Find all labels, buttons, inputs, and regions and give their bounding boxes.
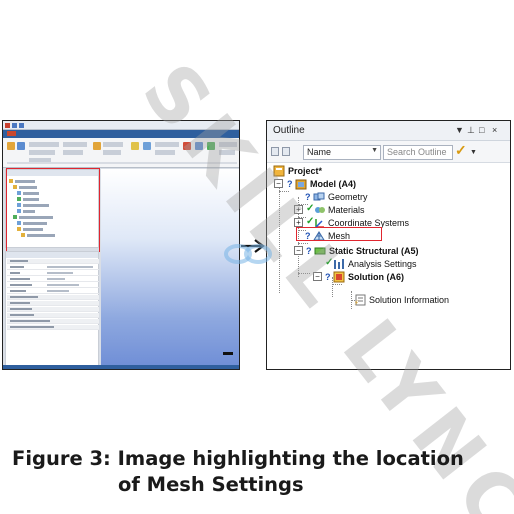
status-question-icon: ? bbox=[306, 246, 312, 256]
maximize-icon[interactable]: □ bbox=[479, 125, 484, 135]
graphics-viewport[interactable] bbox=[101, 169, 239, 369]
tree-item-label: Solution Information bbox=[369, 295, 450, 305]
analysis-settings-icon bbox=[334, 259, 344, 269]
materials-icon bbox=[315, 207, 325, 213]
chevron-down-icon: ▼ bbox=[371, 147, 378, 154]
close-icon[interactable]: × bbox=[492, 125, 497, 135]
tree-item-model[interactable]: − ? Model (A4) bbox=[274, 178, 414, 190]
pointer-arrow-icon bbox=[241, 239, 265, 253]
tree-item-label: Materials bbox=[328, 205, 365, 215]
tree-item-label: Solution (A6) bbox=[348, 272, 404, 282]
ribbon-tabs bbox=[3, 130, 239, 138]
filter-field-value: Name bbox=[307, 147, 332, 157]
outline-titlebar: Outline ▼ ⊥ □ × bbox=[267, 121, 510, 141]
pin-icon[interactable]: ⊥ bbox=[467, 125, 475, 135]
tree-item-label: Analysis Settings bbox=[348, 259, 417, 269]
expand-toggle[interactable]: + bbox=[294, 205, 303, 214]
model-icon bbox=[295, 179, 307, 190]
status-question-icon: ? bbox=[325, 272, 331, 282]
solution-information-icon: ⚡ bbox=[354, 294, 366, 306]
search-outline-input[interactable]: Search Outline bbox=[383, 145, 453, 160]
dropdown-arrow-icon[interactable]: ▼ bbox=[455, 125, 464, 135]
tree-item-label: Static Structural (A5) bbox=[329, 246, 419, 256]
tree-item-static-structural[interactable]: − ? Static Structural (A5) bbox=[294, 245, 464, 257]
details-pane-thumbnail bbox=[5, 251, 99, 369]
apply-check-icon[interactable]: ✓ bbox=[455, 142, 467, 159]
scale-bar bbox=[223, 352, 233, 355]
status-question-icon: ? bbox=[305, 192, 311, 202]
window-titlebar bbox=[3, 121, 239, 130]
tree-item-geometry[interactable]: ? Geometry bbox=[305, 191, 425, 203]
file-tab bbox=[7, 131, 16, 136]
collapse-toggle[interactable]: − bbox=[294, 246, 303, 255]
svg-text:⚡: ⚡ bbox=[354, 299, 359, 306]
outline-tree: Project* − ? Model (A4) ? Geometry + ✓ M… bbox=[267, 163, 510, 363]
caption-line-1: Figure 3: Image highlighting the locatio… bbox=[12, 447, 464, 470]
expand-toggle[interactable]: + bbox=[294, 218, 303, 227]
caption-line-2: of Mesh Settings bbox=[118, 473, 304, 496]
project-icon bbox=[273, 165, 285, 177]
mechanical-window-screenshot bbox=[2, 120, 240, 370]
filter-icon[interactable] bbox=[282, 147, 290, 156]
status-question-icon: ? bbox=[287, 179, 293, 189]
static-structural-icon bbox=[314, 247, 326, 255]
status-bar bbox=[3, 365, 239, 369]
chevron-down-icon[interactable]: ▼ bbox=[470, 149, 477, 156]
tree-item-materials[interactable]: + ✓ Materials bbox=[294, 203, 414, 216]
ribbon-toolbar bbox=[3, 138, 239, 168]
tree-item-label: Geometry bbox=[328, 192, 368, 202]
toolbar-icons bbox=[271, 147, 299, 157]
tree-item-analysis-settings[interactable]: ✓ Analysis Settings bbox=[325, 257, 455, 270]
tree-item-project[interactable]: Project* bbox=[273, 165, 393, 177]
tree-item-label: Project* bbox=[288, 166, 323, 176]
geometry-icon bbox=[313, 192, 325, 201]
tree-item-label: Model (A4) bbox=[310, 179, 356, 189]
figure-caption: Figure 3: Image highlighting the locatio… bbox=[12, 446, 502, 498]
solution-icon bbox=[333, 271, 345, 283]
quick-access-icon bbox=[12, 123, 17, 128]
outline-toolbar: Name ▼ Search Outline ✓ ▼ bbox=[267, 141, 510, 163]
app-icon bbox=[5, 123, 10, 128]
outline-highlight-box bbox=[6, 168, 100, 252]
collapse-toggle[interactable]: − bbox=[274, 179, 283, 188]
collapse-toggle[interactable]: − bbox=[313, 272, 322, 281]
outline-panel: Outline ▼ ⊥ □ × Name ▼ Search Outline ✓ … bbox=[266, 120, 511, 370]
quick-access-icon bbox=[19, 123, 24, 128]
tree-item-solution-information[interactable]: ⚡ Solution Information bbox=[354, 294, 494, 306]
mesh-highlight-box bbox=[296, 227, 382, 241]
filter-field-select[interactable]: Name ▼ bbox=[303, 145, 381, 160]
tree-item-solution[interactable]: − ? Solution (A6) bbox=[313, 271, 443, 283]
tree-view-icon[interactable] bbox=[271, 147, 279, 156]
outline-title: Outline bbox=[273, 125, 305, 136]
